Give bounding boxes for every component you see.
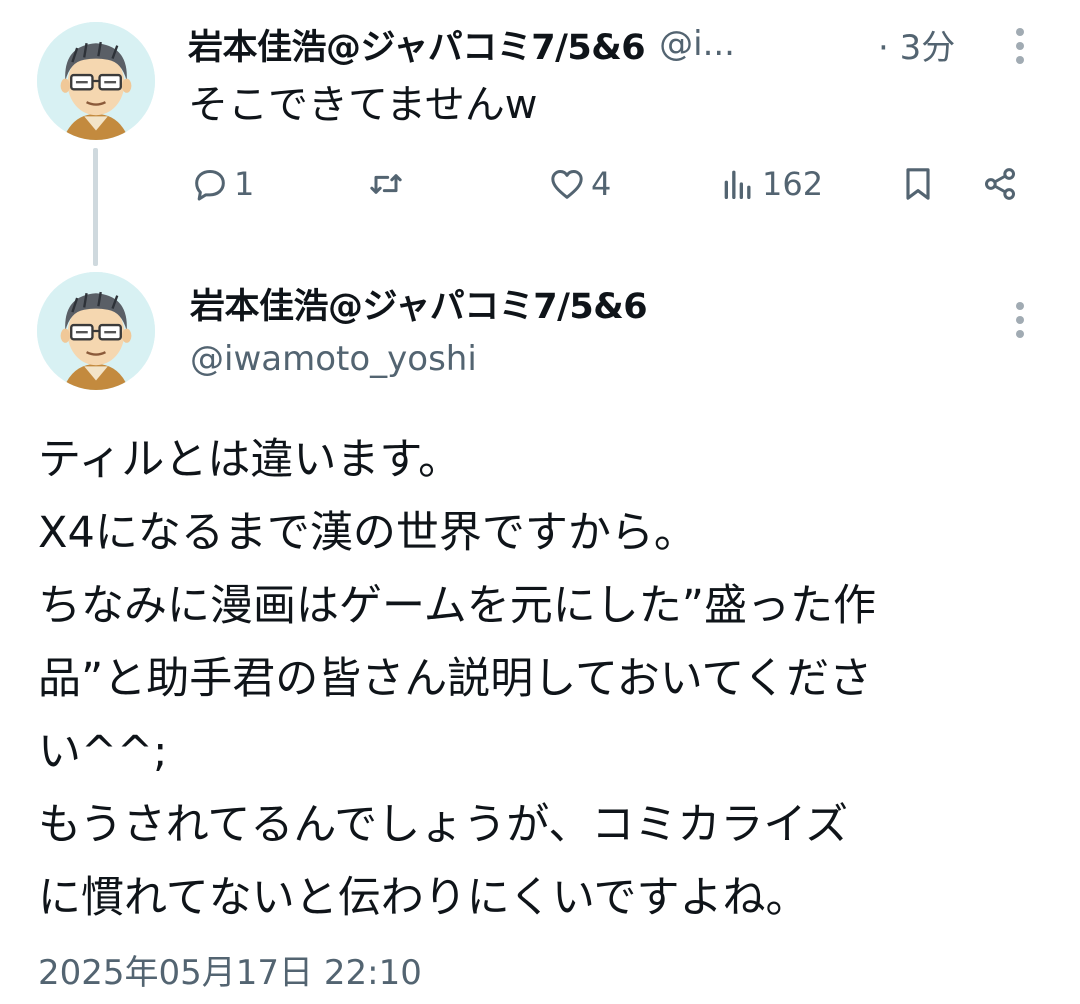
more-vertical-icon[interactable] (1010, 302, 1030, 338)
tweet-line: X4になるまで漢の世界ですから。 (38, 508, 697, 558)
reply-text: そこできてませんw (188, 82, 538, 128)
retweet-icon (370, 174, 402, 194)
thread-view: 岩本佳浩@ジャパコミ7/5&6 @i... · 3分 そこできてませんw 1 4 (0, 0, 1080, 1004)
main-tweet-header: 岩本佳浩@ジャパコミ7/5&6 @iwamoto_yoshi (190, 278, 648, 379)
like-count: 4 (591, 165, 612, 203)
avatar[interactable] (37, 22, 155, 140)
tweet-timestamp[interactable]: 2025年05月17日 22:10 (38, 945, 422, 994)
tweet-line: に慣れてないと伝わりにくいですよね。 (38, 873, 809, 923)
tweet-body: ティルとは違います。 X4になるまで漢の世界ですから。 ちなみに漫画はゲームを元… (38, 424, 1048, 935)
author-name[interactable]: 岩本佳浩@ジャパコミ7/5&6 (190, 278, 648, 329)
tweet-line: もうされてるんでしょうが、コミカライズ (38, 800, 849, 850)
relative-time[interactable]: · 3分 (878, 18, 955, 70)
reply-button[interactable]: 1 (190, 158, 254, 210)
heart-icon (551, 170, 583, 199)
author-handle[interactable]: @iwamoto_yoshi (190, 339, 647, 379)
avatar-image (37, 272, 155, 390)
action-bar: 1 4 162 (0, 158, 1080, 210)
tweet-line: ちなみに漫画はゲームを元にした”盛った作 (38, 581, 876, 631)
share-icon (985, 168, 1015, 200)
bar-chart-icon (724, 170, 751, 199)
tweet-line: い^^; (38, 727, 168, 777)
views-button[interactable]: 162 (718, 158, 823, 210)
view-count: 162 (762, 165, 824, 203)
speech-bubble-icon (195, 170, 225, 201)
share-button[interactable] (980, 158, 1020, 210)
author-handle[interactable]: @i... (659, 24, 735, 64)
tweet-line: 品”と助手君の皆さん説明しておいてくださ (38, 654, 873, 704)
like-button[interactable]: 4 (547, 158, 611, 210)
retweet-button[interactable] (366, 158, 406, 210)
bookmark-icon (906, 168, 930, 200)
bookmark-button[interactable] (898, 158, 938, 210)
author-name[interactable]: 岩本佳浩@ジャパコミ7/5&6 (188, 19, 646, 70)
more-vertical-icon[interactable] (1010, 28, 1030, 64)
tweet-line: ティルとは違います。 (38, 435, 462, 485)
avatar[interactable] (37, 272, 155, 390)
reply-header: 岩本佳浩@ジャパコミ7/5&6 @i... (188, 18, 888, 70)
avatar-image (37, 22, 155, 140)
reply-count: 1 (234, 165, 255, 203)
